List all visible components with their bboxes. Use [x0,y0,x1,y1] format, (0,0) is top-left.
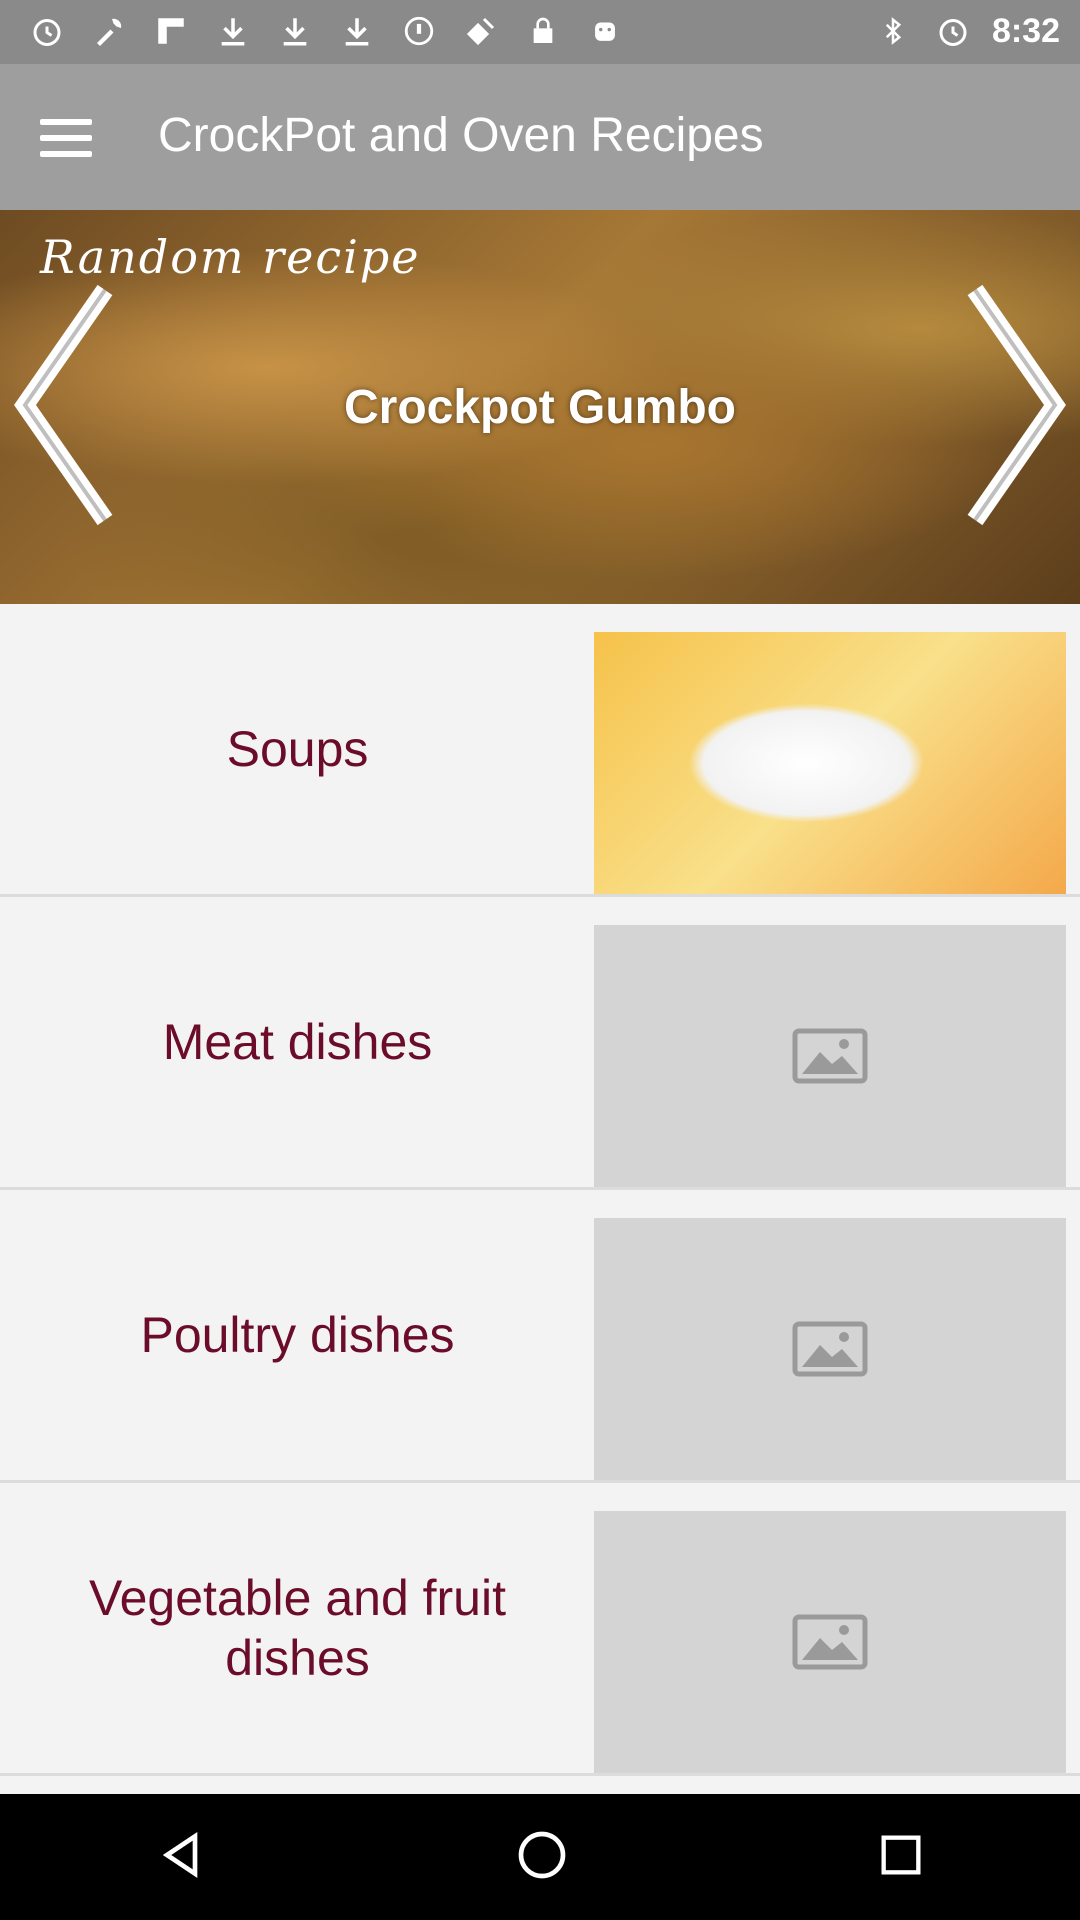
system-nav-bar [0,1794,1080,1920]
wrench-icon [88,10,130,52]
image-placeholder-icon [792,1614,868,1670]
list-item[interactable]: Meat dishes [0,897,1080,1190]
random-recipe-banner[interactable]: Random recipe Crockpot Gumbo [0,210,1080,604]
chevron-left-icon[interactable] [10,280,120,530]
recents-icon[interactable] [875,1829,927,1886]
category-label: Soups [226,721,369,777]
list-item[interactable]: Poultry dishes [0,1190,1080,1483]
home-icon[interactable] [514,1827,570,1888]
category-label: Meat dishes [162,1014,433,1070]
info-icon [398,10,440,52]
image-placeholder [594,1511,1066,1773]
image-placeholder [594,1218,1066,1480]
banner-caption: Random recipe [40,230,421,284]
status-bar: 8:32 [0,0,1080,64]
list-item[interactable]: Vegetable and fruit dishes [0,1483,1080,1776]
android-icon [584,10,626,52]
category-list: Soups Meat dishes Poultry dishes Vegetab… [0,604,1080,1776]
alarm-icon [26,10,68,52]
image-placeholder-icon [792,1028,868,1084]
flipboard-icon [150,10,192,52]
list-item[interactable]: Soups [0,604,1080,897]
app-toolbar: CrockPot and Oven Recipes [0,64,1080,210]
satellite-icon [460,10,502,52]
app-title: CrockPot and Oven Recipes [158,109,764,162]
download-icon [212,10,254,52]
status-icons-left [26,10,626,52]
download-icon [274,10,316,52]
download-icon [336,10,378,52]
chevron-right-icon[interactable] [960,280,1070,530]
category-label: Poultry dishes [140,1307,455,1363]
lock-icon [522,10,564,52]
back-icon[interactable] [153,1827,209,1888]
clock-time: 8:32 [991,11,1060,50]
soup-photo [594,632,1066,894]
banner-recipe-title: Crockpot Gumbo [344,381,736,434]
image-placeholder-icon [792,1321,868,1377]
hamburger-menu-icon[interactable] [40,106,104,170]
bluetooth-icon [872,10,914,52]
category-label: Vegetable and fruit dishes [89,1570,506,1686]
image-placeholder [594,925,1066,1187]
status-icons-right: 8:32 [872,10,1060,52]
alarm-icon [932,10,974,52]
